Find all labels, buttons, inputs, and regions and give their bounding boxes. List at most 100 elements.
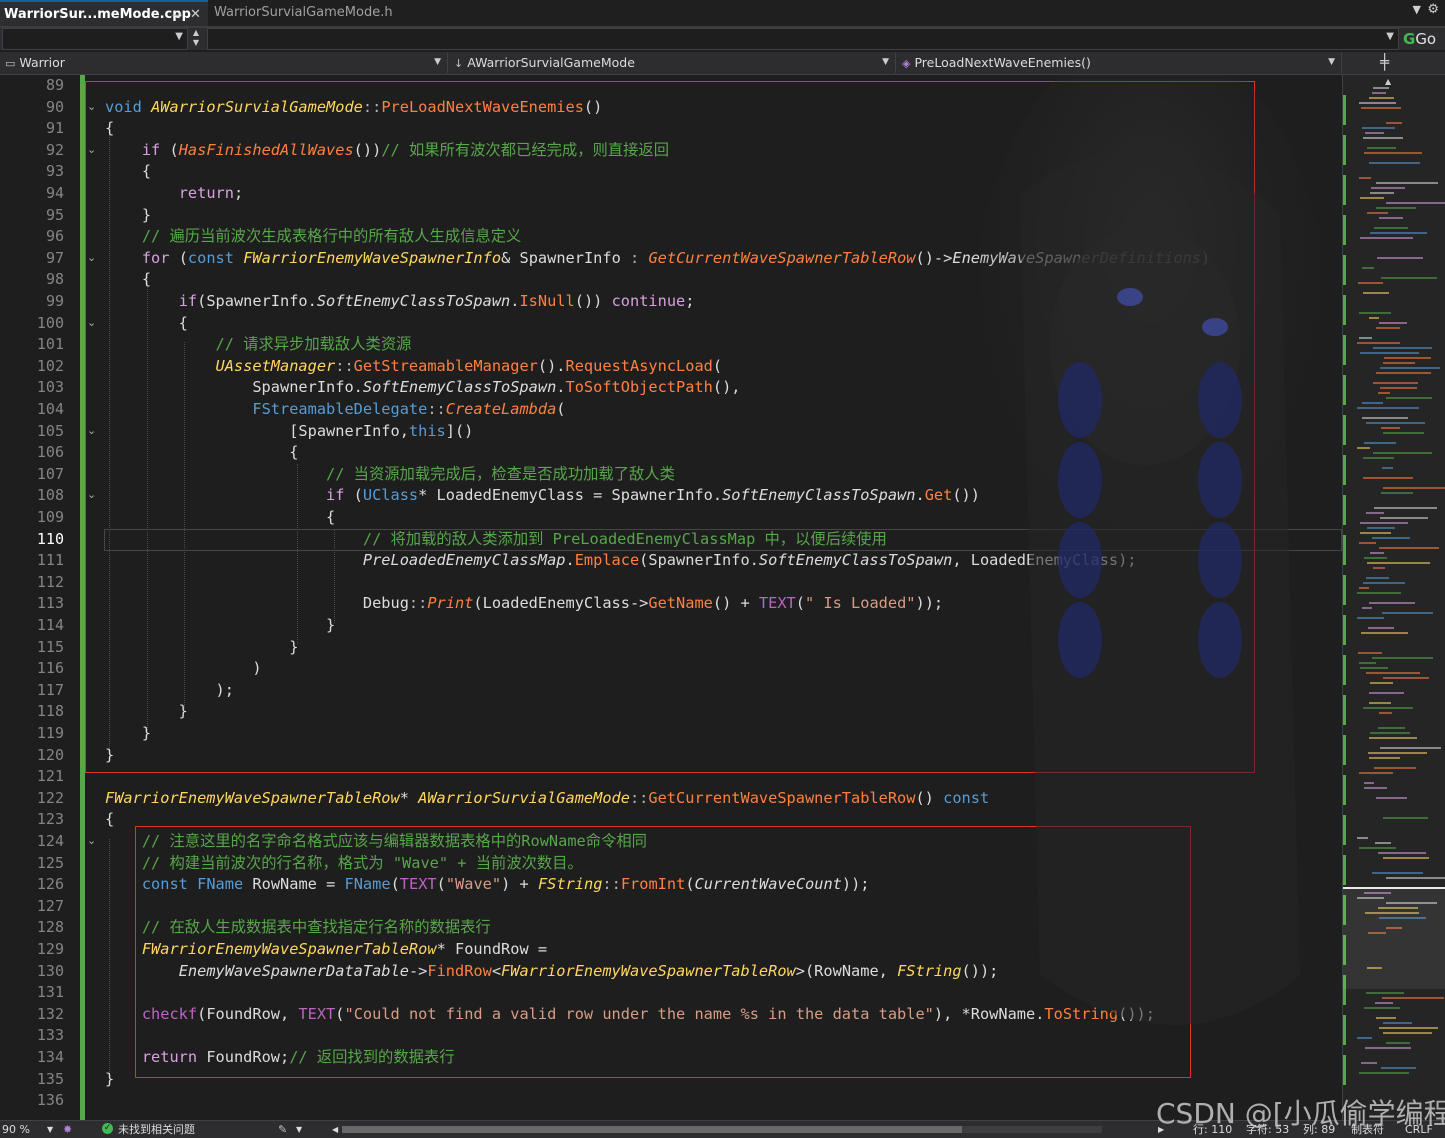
scrollbar-map[interactable]	[1342, 75, 1445, 1120]
code-line[interactable]: SpawnerInfo.SoftEnemyClassToSpawn.ToSoft…	[105, 377, 740, 399]
code-line[interactable]: for (const FWarriorEnemyWaveSpawnerInfo&…	[105, 248, 1210, 270]
code-line[interactable]: }	[105, 1069, 114, 1091]
chevron-down-icon[interactable]: ▼	[434, 52, 441, 73]
settings-icon[interactable]: ⚙	[1427, 2, 1439, 17]
member-dropdown[interactable]: ◈ PreLoadNextWaveEnemies() ▼	[898, 52, 1342, 73]
code-line[interactable]: // 注意这里的名字命名格式应该与编辑器数据表格中的RowName命令相同	[105, 831, 647, 853]
scroll-viewport-indicator[interactable]	[1343, 887, 1445, 989]
line-number: 131	[36, 983, 64, 1002]
code-line[interactable]: UAssetManager::GetStreamableManager().Re…	[105, 356, 723, 378]
scrollbar-thumb[interactable]	[342, 1126, 962, 1133]
code-line[interactable]: if(SpawnerInfo.SoftEnemyClassToSpawn.IsN…	[105, 291, 695, 313]
code-line[interactable]: {	[105, 442, 298, 464]
minimap-line	[1378, 852, 1426, 854]
line-number: 102	[36, 356, 64, 375]
chevron-down-icon[interactable]: ▼	[175, 31, 183, 42]
code-line[interactable]: {	[105, 269, 151, 291]
close-icon[interactable]: ✕	[190, 2, 201, 28]
code-line[interactable]: }	[105, 745, 114, 767]
code-line[interactable]: PreLoadedEnemyClassMap.Emplace(SpawnerIn…	[105, 550, 1137, 572]
chevron-down-icon[interactable]: ▼	[47, 1121, 53, 1138]
code-line[interactable]: }	[105, 615, 335, 637]
chevron-down-icon[interactable]: ▼	[1328, 52, 1335, 73]
scroll-left-icon[interactable]: ◀	[332, 1121, 338, 1138]
minimap-change-marker	[1343, 655, 1346, 685]
code-line[interactable]: // 遍历当前波次生成表格行中的所有敌人生成信息定义	[105, 226, 521, 248]
minimap-line	[1367, 562, 1430, 564]
code-line[interactable]: void AWarriorSurvialGameMode::PreLoadNex…	[105, 97, 602, 119]
minimap-line	[1383, 857, 1429, 859]
chevron-down-icon[interactable]: ▼	[296, 1121, 302, 1138]
code-line[interactable]: checkf(FoundRow, TEXT("Could not find a …	[105, 1004, 1155, 1026]
code-line[interactable]: {	[105, 507, 335, 529]
pin-icon[interactable]: ⊸	[172, 2, 182, 28]
minimap-line	[1382, 997, 1444, 999]
code-line[interactable]: // 当资源加载完成后，检查是否成功加载了敌人类	[105, 464, 675, 486]
code-line[interactable]: {	[105, 809, 114, 831]
code-cleanup-icon[interactable]: ✎	[278, 1121, 287, 1138]
minimap-line	[1368, 627, 1394, 629]
scroll-up-icon[interactable]: ▲	[1385, 77, 1391, 86]
minimap-line	[1359, 662, 1376, 664]
code-token: // 请求异步加载敌人类资源	[215, 335, 412, 354]
code-line[interactable]: // 在敌人生成数据表中查找指定行名称的数据表行	[105, 917, 491, 939]
ai-assist-icon[interactable]: ✸	[63, 1121, 72, 1138]
tab-header-file[interactable]: WarriorSurvialGameMode.h	[210, 0, 422, 26]
code-line[interactable]: // 将加载的敌人类添加到 PreLoadedEnemyClassMap 中，以…	[105, 529, 887, 551]
code-token: (SpawnerInfo.	[197, 292, 317, 310]
horizontal-scrollbar[interactable]	[342, 1126, 1102, 1133]
overflow-dropdown-icon[interactable]: ▼	[1413, 3, 1421, 16]
code-token: );	[105, 680, 234, 699]
code-line[interactable]: }	[105, 637, 298, 659]
minimap-line	[1371, 187, 1405, 189]
code-line[interactable]: const FName RowName = FName(TEXT("Wave")…	[105, 874, 870, 896]
code-token: {	[105, 270, 152, 289]
code-line[interactable]: if (UClass* LoadedEnemyClass = SpawnerIn…	[105, 485, 980, 507]
minimap-line	[1379, 217, 1403, 219]
issues-status[interactable]: 未找到相关问题	[118, 1121, 195, 1138]
code-token: ) +	[501, 875, 538, 894]
fold-chevron-icon[interactable]: ⌄	[87, 834, 96, 847]
code-line[interactable]: {	[105, 313, 188, 335]
check-circle-icon[interactable]: ✓	[102, 1123, 113, 1134]
code-line[interactable]: if (HasFinishedAllWaves())// 如果所有波次都已经完成…	[105, 140, 669, 162]
class-dropdown[interactable]: ↓ AWarriorSurvialGameMode ▼	[450, 52, 896, 73]
code-line[interactable]: return;	[105, 183, 243, 205]
code-line[interactable]: }	[105, 723, 151, 745]
chevron-down-icon[interactable]: ▼	[1386, 31, 1394, 42]
code-line[interactable]: return FoundRow;// 返回找到的数据表行	[105, 1047, 455, 1069]
code-token: (LoadedEnemyClass->	[473, 594, 649, 613]
code-line[interactable]: [SpawnerInfo,this]()	[105, 421, 473, 443]
code-line[interactable]: // 构建当前波次的行名称，格式为 "Wave" + 当前波次数目。	[105, 853, 583, 875]
minimap-line	[1372, 92, 1386, 94]
code-token: FWarriorEnemyWaveSpawnerTableRow	[141, 940, 437, 958]
code-line[interactable]: FWarriorEnemyWaveSpawnerTableRow* AWarri…	[105, 788, 989, 810]
split-editor-icon[interactable]: ╪	[1380, 52, 1389, 72]
code-line[interactable]: FStreamableDelegate::CreateLambda(	[105, 399, 565, 421]
code-line[interactable]: {	[105, 161, 151, 183]
code-line[interactable]: );	[105, 680, 234, 702]
code-line[interactable]: Debug::Print(LoadedEnemyClass->GetName()…	[105, 593, 943, 615]
zoom-level[interactable]: 90 %	[2, 1121, 30, 1138]
code-line[interactable]: }	[105, 205, 151, 227]
code-token: *	[399, 788, 419, 807]
project-dropdown[interactable]: ▭ Warrior ▼	[0, 52, 448, 73]
code-editor[interactable]: 89 90 91 92 93 94 95 96 97 98 99 100 101 102 103 104 105…	[0, 75, 1342, 1120]
code-token: ::	[408, 594, 428, 613]
minimap-line	[1363, 137, 1403, 139]
code-line[interactable]: {	[105, 118, 114, 140]
code-line[interactable]: EnemyWaveSpawnerDataTable->FindRow<FWarr…	[105, 961, 999, 983]
code-line[interactable]: // 请求异步加载敌人类资源	[105, 334, 412, 356]
code-token: .	[556, 378, 566, 397]
tab-cpp-file[interactable]: WarriorSur...meMode.cpp ⊸ ✕	[0, 0, 208, 26]
go-button[interactable]: GGo	[1403, 28, 1443, 50]
code-line[interactable]: )	[105, 658, 261, 680]
find-input[interactable]: ▼	[207, 28, 1399, 50]
chevron-down-icon[interactable]: ▼	[882, 52, 889, 73]
find-scope-combo[interactable]: ▼	[2, 28, 188, 50]
find-spinner[interactable]: ▲ ▼	[189, 28, 203, 50]
code-line[interactable]: }	[105, 701, 188, 723]
code-line[interactable]: FWarriorEnemyWaveSpawnerTableRow* FoundR…	[105, 939, 547, 961]
project-label: Warrior	[19, 55, 65, 70]
